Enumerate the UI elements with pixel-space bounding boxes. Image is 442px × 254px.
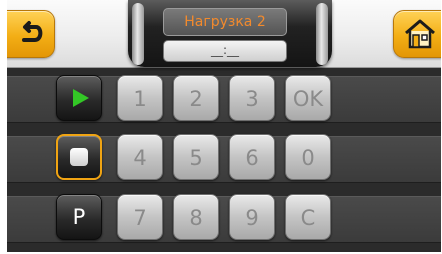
p-button[interactable]: P (56, 194, 102, 240)
play-button[interactable] (56, 75, 102, 121)
load-title-field[interactable]: Нагрузка 2 (163, 8, 287, 36)
key-1[interactable]: 1 (117, 75, 163, 121)
key-7[interactable]: 7 (117, 194, 163, 240)
header-bar: Нагрузка 2 __:__ (7, 0, 441, 68)
key-6[interactable]: 6 (229, 134, 275, 180)
status-panel: Нагрузка 2 __:__ (128, 0, 332, 67)
play-icon (73, 89, 89, 107)
key-2[interactable]: 2 (173, 75, 219, 121)
key-9[interactable]: 9 (229, 194, 275, 240)
panel-cap-right (316, 3, 328, 65)
back-button[interactable] (7, 10, 55, 58)
screen: Нагрузка 2 __:__ P 1 2 3 OK 4 5 6 0 7 8 … (7, 0, 441, 252)
p-button-label: P (72, 205, 86, 229)
home-icon (405, 19, 435, 49)
panel-cap-left (132, 3, 144, 65)
key-0[interactable]: 0 (285, 134, 331, 180)
key-3[interactable]: 3 (229, 75, 275, 121)
key-4[interactable]: 4 (117, 134, 163, 180)
back-arrow-icon (22, 21, 43, 42)
time-field[interactable]: __:__ (163, 40, 287, 62)
stop-icon (70, 148, 88, 166)
key-8[interactable]: 8 (173, 194, 219, 240)
stop-button[interactable] (56, 134, 102, 180)
key-ok[interactable]: OK (285, 75, 331, 121)
key-5[interactable]: 5 (173, 134, 219, 180)
key-clear[interactable]: C (285, 194, 331, 240)
home-button[interactable] (393, 10, 441, 58)
